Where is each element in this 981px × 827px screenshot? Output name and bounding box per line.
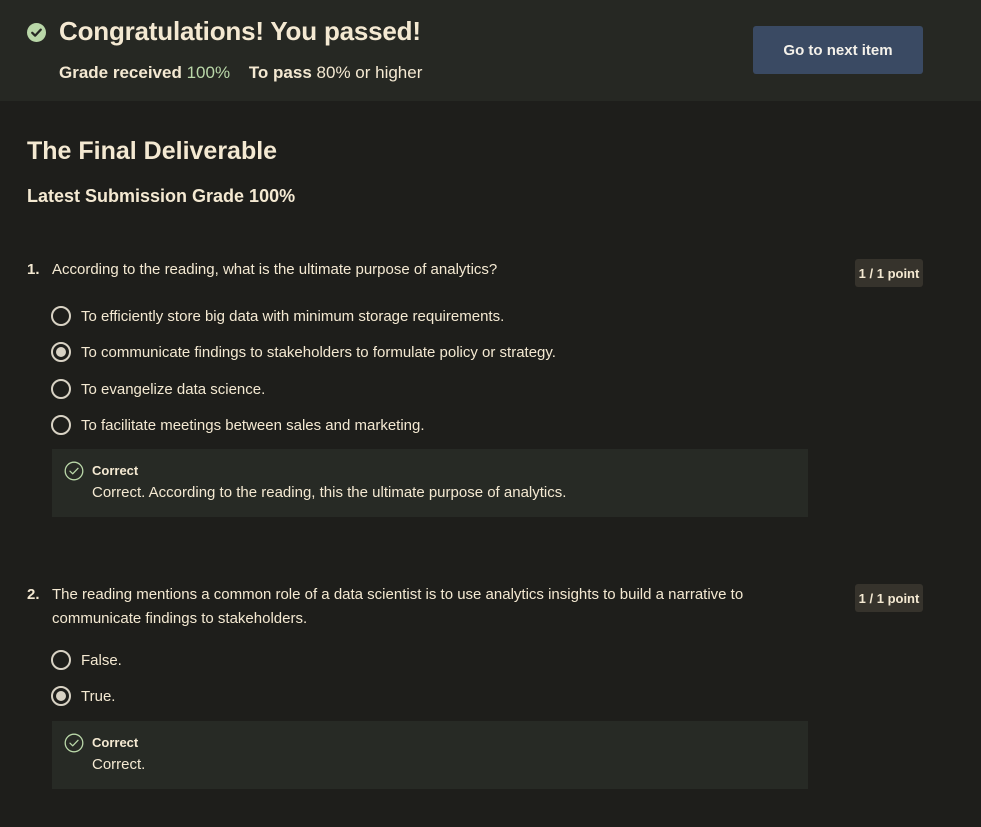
radio-button[interactable] — [51, 379, 71, 399]
feedback-text: Correct. — [92, 756, 146, 773]
answer-option[interactable]: To efficiently store big data with minim… — [51, 304, 504, 328]
to-pass-value: 80% or higher — [316, 63, 423, 82]
answer-option[interactable]: To communicate findings to stakeholders … — [51, 340, 556, 364]
to-pass-label: To pass — [248, 63, 312, 82]
page-title: The Final Deliverable — [27, 137, 278, 165]
feedback-text: Correct. According to the reading, this … — [92, 484, 567, 501]
radio-button[interactable] — [51, 306, 71, 326]
answer-option[interactable]: False. — [51, 648, 122, 672]
pass-title: Congratulations! You passed! — [59, 16, 421, 46]
latest-submission-grade: Latest Submission Grade 100% — [27, 186, 296, 206]
option-label: To efficiently store big data with minim… — [81, 307, 505, 325]
option-label: False. — [81, 651, 122, 669]
answer-option[interactable]: To evangelize data science. — [51, 377, 265, 401]
radio-button[interactable] — [51, 415, 71, 435]
question-number: 2. — [27, 586, 40, 603]
grade-received-label: Grade received — [59, 63, 182, 82]
points-badge: 1 / 1 point — [855, 259, 923, 287]
question-text: According to the reading, what is the ul… — [52, 261, 498, 278]
radio-button[interactable] — [51, 650, 71, 670]
points-badge: 1 / 1 point — [855, 584, 923, 612]
radio-button-selected[interactable] — [51, 686, 71, 706]
question-text: The reading mentions a common role of a … — [52, 586, 744, 627]
answer-option[interactable]: True. — [51, 684, 115, 708]
grade-received-value: 100% — [186, 63, 231, 82]
feedback-box: Correct Correct. According to the readin… — [52, 449, 808, 517]
feedback-title: Correct — [92, 463, 139, 478]
feedback-title: Correct — [92, 735, 139, 750]
option-label: True. — [81, 687, 116, 705]
check-circle-icon — [27, 23, 46, 42]
question-number: 1. — [27, 261, 40, 278]
option-label: To evangelize data science. — [81, 380, 266, 398]
check-circle-outline-icon — [64, 461, 84, 481]
check-circle-outline-icon — [64, 733, 84, 753]
grade-summary: Grade received 100% To pass 80% or highe… — [59, 63, 422, 83]
go-to-next-item-button[interactable]: Go to next item — [753, 26, 923, 74]
option-label: To communicate findings to stakeholders … — [81, 343, 556, 361]
feedback-box: Correct Correct. — [52, 721, 808, 789]
option-label: To facilitate meetings between sales and… — [81, 416, 425, 434]
pass-banner: Congratulations! You passed! Grade recei… — [0, 0, 981, 101]
radio-button-selected[interactable] — [51, 342, 71, 362]
answer-option[interactable]: To facilitate meetings between sales and… — [51, 413, 425, 437]
